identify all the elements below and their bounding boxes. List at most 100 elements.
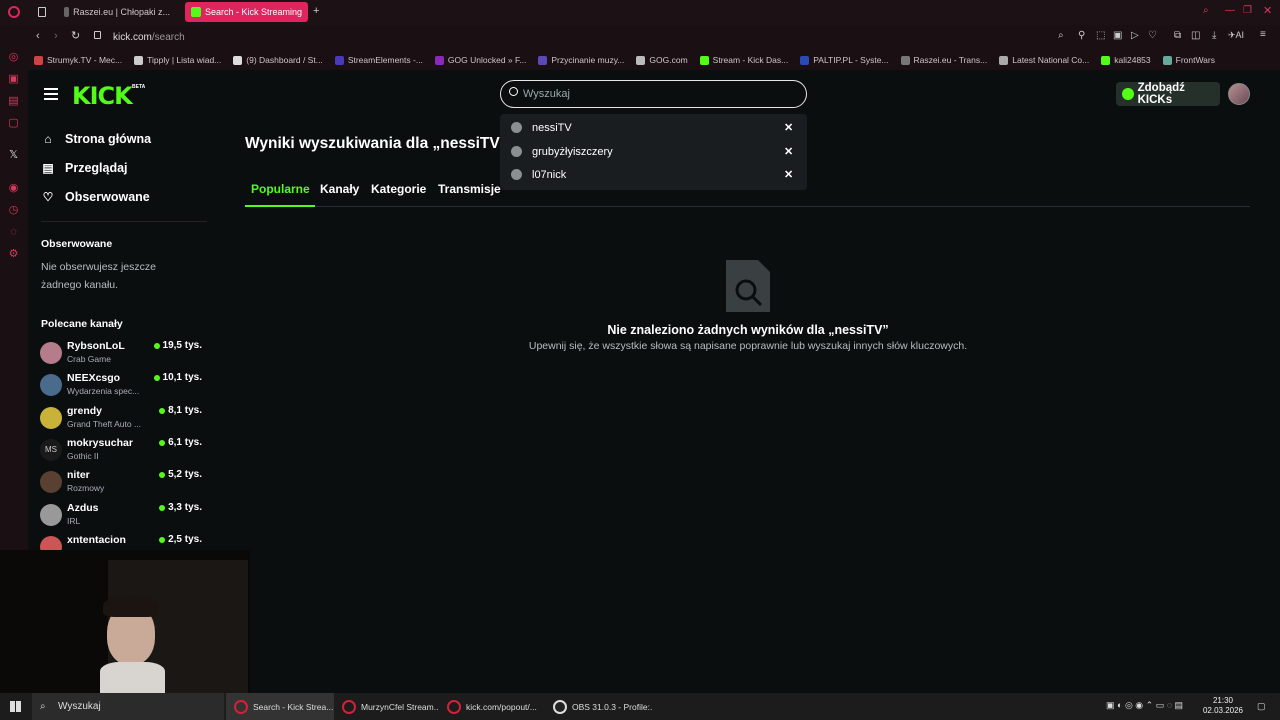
new-tab-icon[interactable]: + (313, 5, 319, 17)
history-item[interactable]: l07nick ✕ (500, 163, 807, 186)
recommended-channel[interactable]: MS mokrysuchar Gothic II 6,1 tys. (40, 436, 205, 466)
recommended-channel[interactable]: RybsonLoL Crab Game 19,5 tys. (40, 339, 205, 369)
taskbar-search[interactable]: ⌕ Wyszukaj (32, 693, 224, 720)
bookmark-icon (34, 55, 43, 65)
chat-icon[interactable]: ◌ (7, 226, 20, 239)
search-tabs-icon[interactable]: ⌕ (1203, 5, 1209, 16)
aria-icon[interactable]: ◎ (7, 51, 20, 64)
taskbar-app[interactable]: OBS 31.0.3 - Profile:... (545, 693, 653, 720)
settings-gear-icon[interactable]: ⚙ (7, 248, 20, 261)
tab-list-icon[interactable] (38, 7, 46, 17)
tab-channels[interactable]: Kanały (320, 182, 359, 196)
history-icon[interactable]: ◷ (7, 204, 20, 217)
play-icon[interactable]: ▷ (1131, 30, 1139, 41)
url-field[interactable]: kick.com/search (113, 32, 185, 43)
bookmark-item[interactable]: kali24853 (1095, 55, 1156, 65)
channel-game: Gothic II (67, 451, 99, 461)
bookmark-label: Latest National Co... (1012, 55, 1090, 65)
bookmark-item[interactable]: GOG.com (630, 55, 693, 65)
zoom-icon[interactable]: ⌕ (1058, 30, 1064, 41)
tab-kick-search[interactable]: Search - Kick Streaming (185, 2, 308, 22)
heart-icon[interactable]: ♡ (1148, 30, 1157, 41)
recommended-channel[interactable]: grendy Grand Theft Auto ... 8,1 tys. (40, 404, 205, 434)
taskbar-app[interactable]: Search - Kick Strea... (226, 693, 334, 720)
recommended-channel[interactable]: niter Rozmowy 5,2 tys. (40, 468, 205, 498)
nav-label: Strona główna (65, 132, 152, 146)
tab-streams[interactable]: Transmisje (438, 182, 501, 196)
history-item[interactable]: grubyżłyiszczery ✕ (500, 140, 807, 163)
reload-icon[interactable]: ↻ (71, 29, 80, 42)
history-text: l07nick (532, 168, 567, 181)
player-icon[interactable]: ◉ (7, 182, 20, 195)
pin-icon[interactable]: ⚲ (1078, 30, 1085, 41)
download-icon[interactable]: ⤓ (1212, 30, 1216, 41)
back-icon[interactable]: ‹ (36, 30, 40, 42)
forward-icon[interactable]: › (54, 30, 58, 42)
x-twitter-icon[interactable]: 𝕏 (7, 149, 20, 162)
minimize-icon[interactable]: — (1225, 5, 1235, 16)
hamburger-menu-icon[interactable] (44, 88, 58, 100)
user-avatar[interactable] (1228, 83, 1250, 105)
recommended-channel[interactable]: NEEXcsgo Wydarzenia spec... 10,1 tys. (40, 371, 205, 401)
messenger-icon[interactable]: ▤ (7, 95, 20, 108)
windows-start-icon[interactable] (10, 701, 21, 712)
taskbar-app[interactable]: MurzynCfel Stream... (334, 693, 439, 720)
menu-icon[interactable]: ≡ (1260, 29, 1266, 40)
divider (41, 221, 207, 222)
snapshot-icon[interactable]: ⬚ (1096, 30, 1105, 41)
instagram-icon[interactable]: ▢ (7, 117, 20, 130)
no-results-subtitle: Upewnij się, że wszystkie słowa są napis… (528, 340, 968, 352)
bag-icon[interactable]: ▣ (7, 73, 20, 86)
viewer-count: 6,1 tys. (159, 437, 202, 448)
kick-logo[interactable]: KICK (72, 82, 133, 110)
bookmark-item[interactable]: (9) Dashboard / St... (227, 55, 329, 65)
tab-raszei[interactable]: Raszei.eu | Chłopaki z... (58, 2, 176, 22)
ai-icon[interactable]: ✈AI (1228, 30, 1244, 41)
bookmark-icon (900, 55, 910, 65)
bookmark-item[interactable]: Stream - Kick Das... (694, 55, 795, 65)
shield-icon[interactable]: ▣ (1113, 30, 1122, 41)
viewer-count: 3,3 tys. (159, 502, 202, 513)
opera-icon (447, 699, 461, 714)
bookmark-item[interactable]: Tipply | Lista wiad... (128, 55, 227, 65)
opera-logo-icon[interactable] (8, 6, 20, 18)
wallet-icon[interactable]: ◫ (1191, 30, 1200, 41)
bookmark-icon (999, 55, 1009, 65)
extensions-icon[interactable]: ⧉ (1174, 30, 1181, 41)
bookmark-item[interactable]: Strumyk.TV - Mec... (28, 55, 128, 65)
search-box[interactable] (500, 80, 807, 108)
tray-icons[interactable]: ▣ ◐ ◎ ◉ ⌃ ▭ ◌ ▤ (1106, 700, 1183, 711)
bookmark-item[interactable]: PALTIP.PL - Syste... (794, 55, 894, 65)
bookmark-item[interactable]: Latest National Co... (993, 55, 1095, 65)
remove-history-icon[interactable]: ✕ (784, 168, 793, 181)
nav-browse[interactable]: ▤ Przeglądaj (41, 161, 127, 175)
obs-icon (553, 699, 567, 714)
bookmark-label: Tipply | Lista wiad... (147, 55, 222, 65)
get-kicks-button[interactable]: Zdobądź KICKs (1116, 82, 1220, 106)
channel-name: xntentacion (67, 534, 126, 546)
search-input[interactable] (523, 86, 783, 102)
bookmark-item[interactable]: Przycinanie muzy... (532, 55, 630, 65)
bookmark-item[interactable]: FrontWars (1157, 55, 1221, 65)
close-window-icon[interactable]: ✕ (1263, 4, 1272, 17)
bookmark-item[interactable]: GOG Unlocked » F... (429, 55, 532, 65)
kicks-coin-icon (1122, 88, 1134, 100)
webcam-overlay (0, 550, 250, 693)
tab-categories[interactable]: Kategorie (371, 182, 426, 196)
live-dot-icon (159, 407, 166, 414)
tab-popular[interactable]: Popularne (251, 182, 310, 196)
taskbar-app[interactable]: kick.com/popout/... (439, 693, 545, 720)
history-item[interactable]: nessiTV ✕ (500, 116, 807, 139)
remove-history-icon[interactable]: ✕ (784, 145, 793, 158)
bookmark-item[interactable]: StreamElements -... (329, 55, 429, 65)
nav-home[interactable]: ⌂ Strona główna (41, 132, 151, 146)
heart-icon: ♡ (42, 190, 54, 204)
nav-following[interactable]: ♡ Obserwowane (41, 190, 150, 204)
notifications-icon[interactable]: ▢ (1257, 701, 1266, 712)
bookmark-item[interactable]: Raszei.eu - Trans... (895, 55, 994, 65)
taskbar-clock[interactable]: 21:30 02.03.2026 (1198, 696, 1248, 716)
bookmarks-bar: Strumyk.TV - Mec... Tipply | Lista wiad.… (28, 50, 1280, 70)
remove-history-icon[interactable]: ✕ (784, 121, 793, 134)
maximize-icon[interactable]: ❐ (1243, 5, 1252, 16)
recommended-channel[interactable]: Azdus IRL 3,3 tys. (40, 501, 205, 531)
